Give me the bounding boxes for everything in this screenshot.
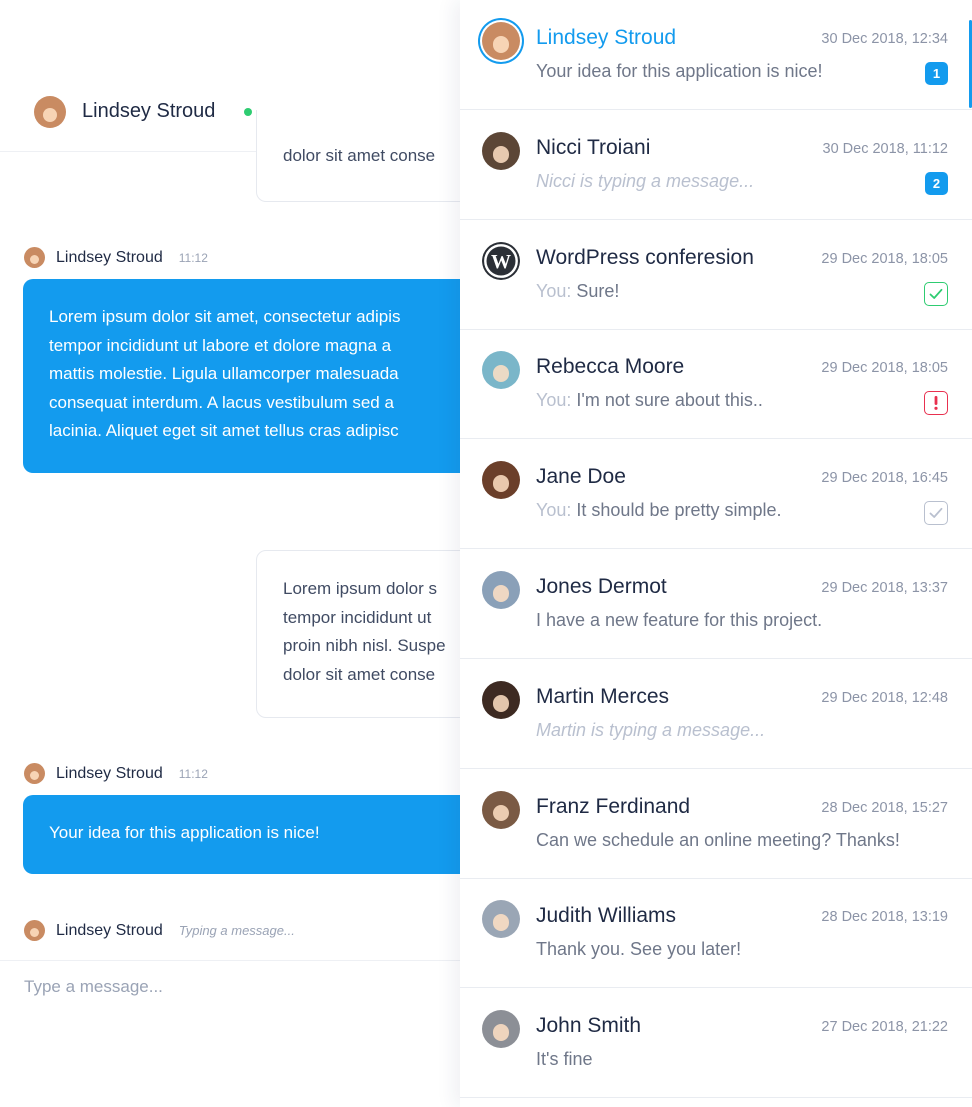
conversation-preview: It's fine <box>536 1049 592 1070</box>
conversation-date: 29 Dec 2018, 16:45 <box>821 470 948 487</box>
contact-avatar <box>482 461 520 500</box>
conversation-name: John Smith <box>536 1014 642 1038</box>
conversation-name: Judith Williams <box>536 904 677 928</box>
conversation-name: WordPress conferesion <box>536 245 754 269</box>
check-icon <box>924 281 948 306</box>
sender-avatar <box>24 247 45 268</box>
preview-text: Sure! <box>576 280 620 301</box>
conversation-list: Lindsey Stroud 30 Dec 2018, 12:34 Your ide… <box>460 0 972 1107</box>
conversation-item[interactable]: Rebecca Moore 29 Dec 2018, 18:05 You: I'm … <box>460 329 972 440</box>
preview-text: Can we schedule an online meeting? Thank… <box>536 829 900 850</box>
unread-badge: 1 <box>925 62 948 85</box>
conversation-item[interactable]: Franz Ferdinand 28 Dec 2018, 15:27 Can we … <box>460 769 972 879</box>
conversation-date: 28 Dec 2018, 15:27 <box>821 799 948 816</box>
conversation-date: 29 Dec 2018, 13:37 <box>821 580 948 596</box>
you-prefix: You: <box>536 500 572 521</box>
svg-text:W: W <box>491 251 511 273</box>
you-prefix: You: <box>536 280 572 301</box>
contact-avatar <box>482 131 520 170</box>
sender-avatar <box>24 920 45 941</box>
contact-avatar <box>482 22 520 60</box>
contact-avatar <box>482 571 520 609</box>
message-meta: Lindsey Stroud 11:12 <box>24 763 208 784</box>
conversation-date: 30 Dec 2018, 11:12 <box>822 140 949 157</box>
conversation-name: Lindsey Stroud <box>536 26 677 49</box>
preview-text: It's fine <box>536 1049 593 1070</box>
conversation-item[interactable]: Lindsey Stroud 30 Dec 2018, 12:34 Your ide… <box>460 0 972 110</box>
message-line: consequat interdum. A lacus vestibulum s… <box>49 392 394 412</box>
message-composer <box>0 960 520 1032</box>
preview-text: Thank you. See you later! <box>536 939 742 960</box>
preview-text: I'm not sure about this.. <box>576 390 763 411</box>
incoming-message: Your idea for this application is nice! <box>23 795 520 874</box>
conversation-preview: You: I'm not sure about this.. <box>536 390 763 411</box>
wordpress-logo-icon: W <box>482 241 520 280</box>
message-line: Lorem ipsum dolor sit amet, consectetur … <box>49 307 401 326</box>
conversation-item[interactable]: W WordPress conferesion 29 Dec 2018, 18:05… <box>460 220 972 330</box>
conversation-date: 29 Dec 2018, 18:05 <box>821 250 948 267</box>
unread-count: 1 <box>925 62 948 85</box>
conversation-name: Jones Dermot <box>536 575 667 598</box>
conversation-date: 27 Dec 2018, 21:22 <box>821 1019 948 1036</box>
conversation-preview: Your idea for this application is nice! <box>536 61 823 82</box>
conversation-date: 29 Dec 2018, 18:05 <box>821 360 948 377</box>
conversation-item[interactable]: Judith Williams 28 Dec 2018, 13:19 Thank y… <box>460 878 972 989</box>
conversation-preview: Martin is typing a message... <box>536 720 765 741</box>
conversation-item[interactable]: Nicci Troiani 30 Dec 2018, 11:12 Nicci is … <box>460 110 972 220</box>
conversation-date: 30 Dec 2018, 12:34 <box>821 31 948 47</box>
preview-text: It should be pretty simple. <box>576 500 782 521</box>
sender-avatar <box>24 763 45 784</box>
typing-indicator: Lindsey Stroud Typing a message... <box>24 920 295 941</box>
contact-name: Lindsey Stroud <box>82 100 216 122</box>
preview-text: Your idea for this application is nice! <box>536 61 823 81</box>
message-line: mattis molestie. Ligula ullamcorper male… <box>49 364 399 383</box>
preview-text: Nicci is typing a message... <box>536 170 755 191</box>
you-prefix: You: <box>536 390 572 411</box>
message-line: tempor incididunt ut labore et dolore ma… <box>49 335 392 355</box>
message-line: Your idea for this application is nice! <box>49 823 320 842</box>
unread-badge: 2 <box>925 171 948 195</box>
sender-name: Lindsey Stroud <box>56 764 163 782</box>
message-line: lacinia. Aliquet eget sit amet tellus cr… <box>49 421 399 440</box>
message-input[interactable] <box>24 977 424 997</box>
incoming-message: Lorem ipsum dolor sit amet, consectetur … <box>23 279 520 473</box>
chat-panel: Lindsey Stroud dolor sit amet conse Lind… <box>0 70 520 1032</box>
preview-text: I have a new feature for this project. <box>536 610 823 630</box>
online-status-dot <box>244 108 252 116</box>
conversation-preview: You: Sure! <box>536 281 619 302</box>
contact-avatar[interactable] <box>34 96 66 128</box>
conversation-item[interactable]: Jones Dermot 29 Dec 2018, 13:37 I have a n… <box>460 549 972 659</box>
sender-name: Lindsey Stroud <box>56 921 163 939</box>
unread-count: 2 <box>925 171 948 195</box>
message-time: 11:12 <box>178 250 208 265</box>
conversation-preview: You: It should be pretty simple. <box>536 500 782 521</box>
preview-text: Martin is typing a message... <box>536 719 766 740</box>
contact-avatar <box>482 900 520 939</box>
conversation-preview: Can we schedule an online meeting? Thank… <box>536 830 900 851</box>
check-icon <box>924 501 948 526</box>
conversation-preview: Thank you. See you later! <box>536 939 741 960</box>
sender-name: Lindsey Stroud <box>56 248 163 266</box>
message-meta: Lindsey Stroud 11:12 <box>24 247 208 268</box>
alert-icon <box>924 391 948 416</box>
conversation-name: Franz Ferdinand <box>536 794 691 818</box>
conversation-name: Jane Doe <box>536 465 626 489</box>
conversation-item[interactable]: Jane Doe 29 Dec 2018, 16:45 You: It should… <box>460 439 972 550</box>
conversation-item[interactable]: John Smith 27 Dec 2018, 21:22 It's fine <box>460 988 972 1099</box>
conversation-date: 28 Dec 2018, 13:19 <box>821 909 948 926</box>
conversation-preview: I have a new feature for this project. <box>536 610 822 631</box>
conversation-preview: Nicci is typing a message... <box>536 171 754 192</box>
contact-avatar <box>482 1010 520 1049</box>
typing-label: Typing a message... <box>178 923 295 938</box>
conversation-name: Nicci Troiani <box>536 135 651 159</box>
conversation-name: Rebecca Moore <box>536 355 685 379</box>
contact-avatar <box>482 790 520 829</box>
conversation-item[interactable]: Martin Merces 29 Dec 2018, 12:48 Martin is… <box>460 659 972 769</box>
contact-avatar <box>482 680 520 719</box>
message-time: 11:12 <box>178 766 208 781</box>
conversation-date: 29 Dec 2018, 12:48 <box>821 689 948 706</box>
conversation-name: Martin Merces <box>536 684 670 708</box>
contact-avatar <box>482 351 520 390</box>
